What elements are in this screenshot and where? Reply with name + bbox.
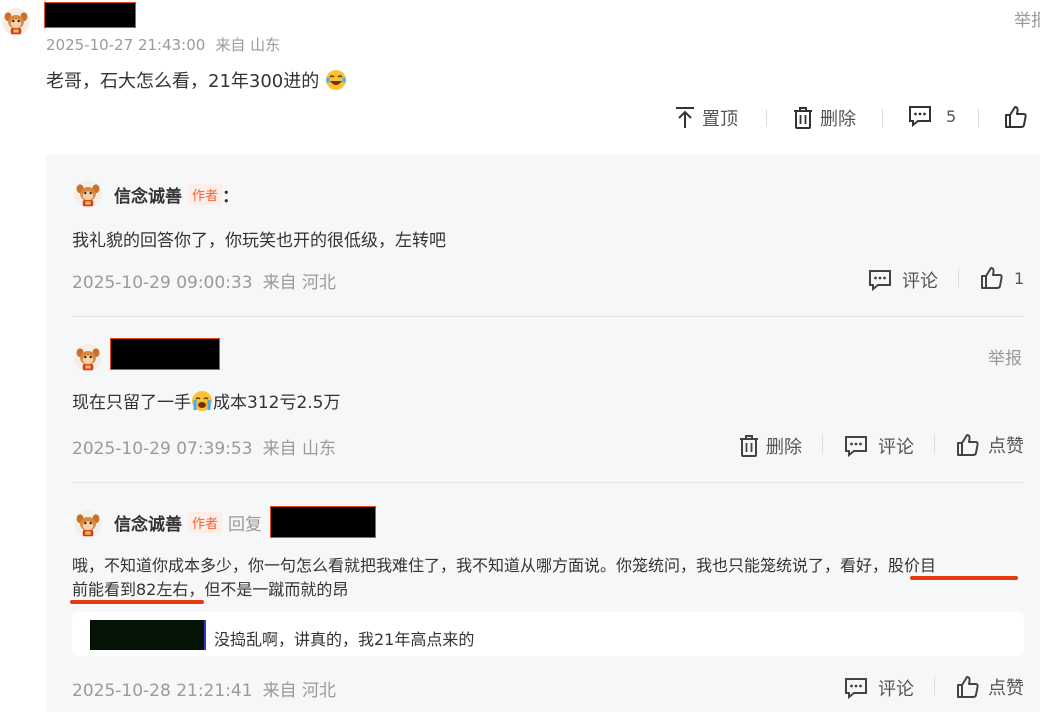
- comment-button[interactable]: 评论: [868, 267, 938, 293]
- reply-text: 现在只留了一手 成本312亏2.5万: [72, 388, 340, 413]
- like-count: 1: [1014, 268, 1025, 288]
- like-button[interactable]: 点赞: [956, 432, 1024, 458]
- pin-button[interactable]: 置顶: [674, 105, 738, 131]
- divider: [822, 435, 823, 453]
- location: 来自 山东: [262, 439, 336, 459]
- reply-text-after: 成本312亏2.5万: [213, 393, 341, 413]
- comment-icon: [909, 106, 931, 127]
- reply-header: 信念诚善 作者 ：: [114, 182, 239, 207]
- author-badge: 作者: [188, 184, 223, 205]
- divider: [934, 677, 935, 695]
- comment-count: 5: [946, 106, 957, 126]
- location: 来自 河北: [262, 681, 336, 701]
- reply-text-line1: 哦，不知道你成本多少，你一句怎么看就把我难住了，我不知道从哪方面说。你笼统问，我…: [72, 556, 937, 575]
- timestamp: 2025-10-29 07:39:53: [72, 439, 253, 459]
- divider: [978, 109, 979, 127]
- reply-meta: 2025-10-29 07:39:53 来自 山东: [72, 434, 336, 459]
- comment-label: 评论: [878, 679, 914, 700]
- highlight-underline: [910, 576, 1018, 580]
- trash-icon: [740, 435, 758, 457]
- colon: ：: [222, 187, 240, 207]
- divider: [766, 109, 767, 127]
- comment-label: 评论: [878, 437, 914, 458]
- redacted-username[interactable]: [44, 2, 136, 28]
- avatar[interactable]: [74, 344, 102, 372]
- like-button[interactable]: [1004, 105, 1028, 129]
- avatar[interactable]: [74, 510, 102, 538]
- reply-meta: 2025-10-28 21:21:41 来自 河北: [72, 676, 336, 701]
- pin-label: 置顶: [702, 109, 738, 130]
- highlight-underline: [70, 600, 204, 604]
- location: 来自 河北: [262, 273, 336, 293]
- reply-divider: [72, 316, 1024, 317]
- laughing-crying-emoji-icon: [326, 70, 346, 90]
- delete-label: 删除: [820, 109, 856, 130]
- comment-text-content: 老哥，石大怎么看，21年300进的: [46, 71, 320, 92]
- like-button[interactable]: 点赞: [956, 674, 1024, 700]
- delete-button[interactable]: 删除: [738, 433, 802, 459]
- comment-count-button[interactable]: 5: [908, 105, 956, 127]
- reply-text-line2: 前能看到82左右，但不是一蹴而就的昂: [72, 580, 349, 599]
- redacted-reply-target[interactable]: [270, 506, 376, 538]
- comment-button[interactable]: 评论: [844, 675, 914, 701]
- redacted-username[interactable]: [110, 338, 220, 370]
- comment-icon: [845, 436, 867, 457]
- comment-button[interactable]: 评论: [844, 433, 914, 459]
- like-label: 点赞: [988, 436, 1024, 457]
- timestamp: 2025-10-28 21:21:41: [72, 681, 253, 701]
- comment-meta: 2025-10-27 21:43:00 来自 山东: [46, 34, 280, 55]
- location: 来自 山东: [215, 36, 281, 54]
- reply-text: 我礼貌的回答你了，你玩笑也开的很低级，左转吧: [72, 231, 446, 251]
- crying-emoji-icon: [192, 391, 212, 411]
- reply-to-label: 回复: [228, 515, 263, 535]
- avatar[interactable]: [74, 180, 102, 208]
- username[interactable]: 信念诚善: [114, 182, 182, 207]
- reply-text: 哦，不知道你成本多少，你一句怎么看就把我难住了，我不知道从哪方面说。你笼统问，我…: [72, 554, 1022, 602]
- reply-meta: 2025-10-29 09:00:33 来自 河北: [72, 268, 336, 293]
- comment-icon: [869, 270, 891, 291]
- thumbs-up-icon: [957, 676, 979, 698]
- delete-button[interactable]: 删除: [792, 105, 856, 131]
- divider: [958, 269, 959, 287]
- like-button[interactable]: 1: [980, 266, 1024, 290]
- divider: [934, 435, 935, 453]
- username[interactable]: 信念诚善: [114, 510, 182, 535]
- thumbs-up-icon: [957, 434, 979, 456]
- thumbs-up-icon: [1005, 106, 1027, 128]
- delete-label: 删除: [766, 437, 802, 458]
- report-link[interactable]: 举报: [988, 344, 1022, 369]
- redacted-quote-author[interactable]: [90, 620, 206, 650]
- timestamp: 2025-10-29 09:00:33: [72, 273, 253, 293]
- reply-divider: [72, 482, 1024, 483]
- reply-text-before: 现在只留了一手: [72, 393, 191, 413]
- trash-icon: [794, 107, 812, 129]
- pin-top-icon: [676, 107, 694, 128]
- divider: [882, 109, 883, 127]
- report-link[interactable]: 举报: [1014, 6, 1040, 31]
- reply-header: 信念诚善 作者 回复: [114, 510, 262, 535]
- timestamp: 2025-10-27 21:43:00: [46, 36, 206, 54]
- comment-icon: [845, 678, 867, 699]
- thumbs-up-icon: [981, 267, 1003, 289]
- avatar[interactable]: [2, 8, 30, 36]
- quoted-text: 没捣乱啊，讲真的，我21年高点来的: [214, 630, 475, 649]
- like-label: 点赞: [988, 678, 1024, 699]
- comment-label: 评论: [902, 271, 938, 292]
- comment-text: 老哥，石大怎么看，21年300进的: [46, 67, 347, 93]
- author-badge: 作者: [188, 512, 223, 533]
